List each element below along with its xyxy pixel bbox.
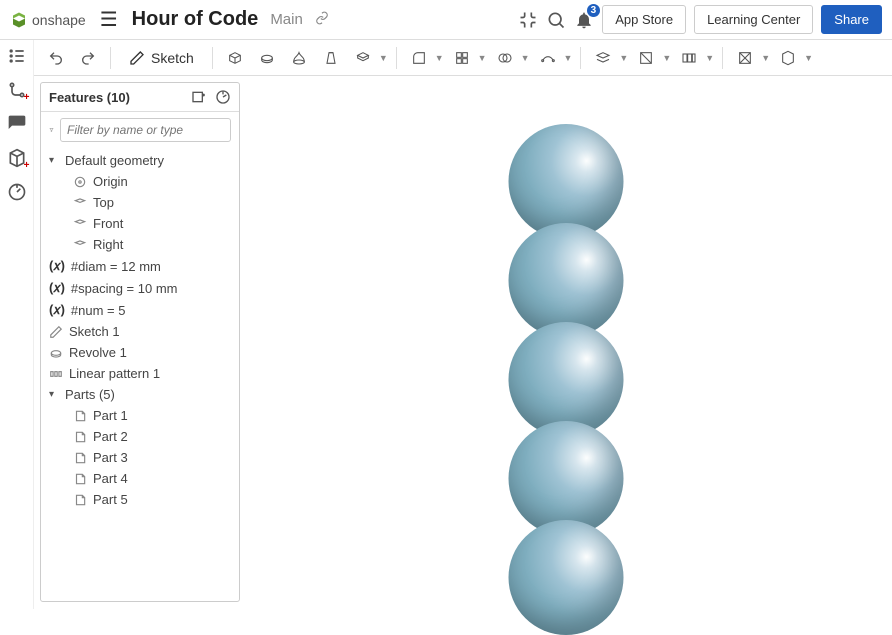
document-title[interactable]: Hour of Code <box>132 8 259 31</box>
feature-panel: Features (10) ▾ Default geometry Origi <box>40 82 240 602</box>
front-plane-item[interactable]: Front <box>41 213 239 234</box>
caret-down-icon[interactable]: ▼ <box>705 53 714 63</box>
transform-icon[interactable] <box>534 44 562 72</box>
sphere <box>509 223 624 338</box>
caret-down-icon[interactable]: ▼ <box>564 53 573 63</box>
model-spheres <box>509 124 624 619</box>
top-plane-item[interactable]: Top <box>41 192 239 213</box>
plane-icon <box>73 238 87 252</box>
filter-icon[interactable] <box>49 122 54 138</box>
logo[interactable]: onshape <box>10 11 86 29</box>
redo-icon[interactable] <box>74 44 102 72</box>
plane-icon[interactable] <box>589 44 617 72</box>
left-rail <box>0 40 34 609</box>
search-icon[interactable] <box>546 10 566 30</box>
measure-icon[interactable] <box>7 182 27 202</box>
app-store-button[interactable]: App Store <box>602 5 686 34</box>
caret-down-icon[interactable]: ▼ <box>761 53 770 63</box>
notifications-icon[interactable]: 3 <box>574 10 594 30</box>
caret-down-icon[interactable]: ▼ <box>662 53 671 63</box>
sphere <box>509 520 624 635</box>
caret-down-icon[interactable]: ▼ <box>478 53 487 63</box>
loft-icon[interactable] <box>317 44 345 72</box>
linear-pattern1-item[interactable]: Linear pattern 1 <box>41 363 239 384</box>
draft-icon[interactable] <box>448 44 476 72</box>
variable-diam[interactable]: (𝑥)#diam = 12 mm <box>41 255 239 277</box>
comments-icon[interactable] <box>7 114 27 134</box>
materials-icon[interactable] <box>7 148 27 168</box>
link-icon[interactable] <box>315 11 329 28</box>
fillet-icon[interactable] <box>405 44 433 72</box>
share-button[interactable]: Share <box>821 5 882 34</box>
sphere <box>509 421 624 536</box>
caret-down-icon[interactable]: ▼ <box>804 53 813 63</box>
sketch-label: Sketch <box>151 50 194 66</box>
learning-center-button[interactable]: Learning Center <box>694 5 813 34</box>
part1-item[interactable]: Part 1 <box>41 405 239 426</box>
origin-item[interactable]: Origin <box>41 171 239 192</box>
sphere <box>509 322 624 437</box>
boolean-icon[interactable] <box>491 44 519 72</box>
part-icon <box>73 430 87 444</box>
part5-item[interactable]: Part 5 <box>41 489 239 510</box>
variable-spacing[interactable]: (𝑥)#spacing = 10 mm <box>41 277 239 299</box>
rollback-icon[interactable] <box>215 89 231 105</box>
caret-down-icon[interactable]: ▼ <box>619 53 628 63</box>
app-header: onshape ☰ Hour of Code Main 3 App Store … <box>0 0 892 40</box>
sweep-icon[interactable] <box>285 44 313 72</box>
part-icon <box>73 472 87 486</box>
part3-item[interactable]: Part 3 <box>41 447 239 468</box>
menu-icon[interactable]: ☰ <box>94 7 124 32</box>
variable-num[interactable]: (𝑥)#num = 5 <box>41 299 239 321</box>
feature-list-icon[interactable] <box>7 46 27 66</box>
part-icon <box>73 493 87 507</box>
document-branch[interactable]: Main <box>270 11 303 28</box>
sketch-button[interactable]: Sketch <box>119 46 204 70</box>
default-geometry-group[interactable]: ▾ Default geometry <box>41 150 239 171</box>
pencil-icon <box>49 325 63 339</box>
part-icon <box>73 451 87 465</box>
custom-feature-icon[interactable] <box>191 89 207 105</box>
undo-icon[interactable] <box>42 44 70 72</box>
pattern-icon[interactable] <box>675 44 703 72</box>
logo-text: onshape <box>32 12 86 28</box>
thicken-icon[interactable] <box>349 44 377 72</box>
caret-down-icon[interactable]: ▼ <box>379 53 388 63</box>
revolve1-item[interactable]: Revolve 1 <box>41 342 239 363</box>
section-icon[interactable] <box>731 44 759 72</box>
hole-icon[interactable] <box>632 44 660 72</box>
revolve-icon[interactable] <box>253 44 281 72</box>
pencil-icon <box>129 50 145 66</box>
part-icon <box>73 409 87 423</box>
caret-down-icon[interactable]: ▼ <box>521 53 530 63</box>
viewport-3d[interactable] <box>240 76 892 609</box>
plane-icon <box>73 217 87 231</box>
featurescript-icon[interactable] <box>518 10 538 30</box>
feature-tree: ▾ Default geometry Origin Top Front Righ… <box>41 148 239 601</box>
feature-panel-title: Features (10) <box>49 90 130 105</box>
sketch1-item[interactable]: Sketch 1 <box>41 321 239 342</box>
notification-count: 3 <box>587 4 601 17</box>
insert-icon[interactable] <box>774 44 802 72</box>
part2-item[interactable]: Part 2 <box>41 426 239 447</box>
feature-toolbar: Sketch ▼ ▼ ▼ ▼ ▼ ▼ ▼ ▼ ▼ ▼ <box>34 40 892 76</box>
linear-pattern-icon <box>49 367 63 381</box>
parts-group[interactable]: ▾Parts (5) <box>41 384 239 405</box>
caret-down-icon[interactable]: ▼ <box>435 53 444 63</box>
onshape-logo-icon <box>10 11 28 29</box>
sphere <box>509 124 624 239</box>
right-plane-item[interactable]: Right <box>41 234 239 255</box>
extrude-icon[interactable] <box>221 44 249 72</box>
add-feature-icon[interactable] <box>7 80 27 100</box>
origin-icon <box>73 175 87 189</box>
plane-icon <box>73 196 87 210</box>
part4-item[interactable]: Part 4 <box>41 468 239 489</box>
revolve-icon <box>49 346 63 360</box>
filter-input[interactable] <box>60 118 231 142</box>
